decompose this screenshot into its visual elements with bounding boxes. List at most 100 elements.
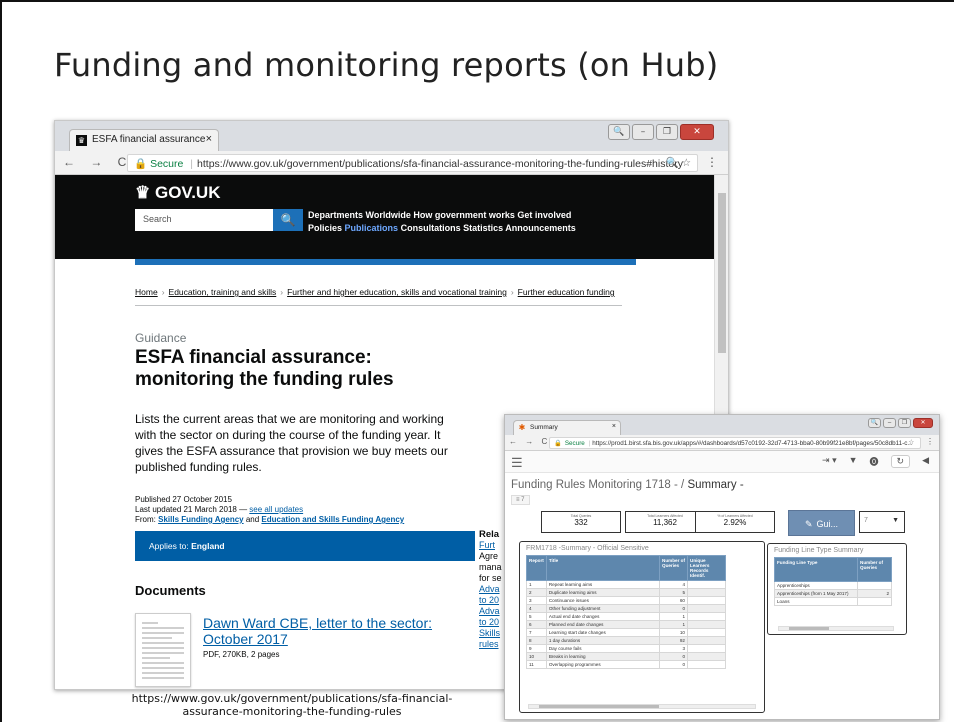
maximize-button[interactable]: ❐ (656, 124, 678, 140)
table-row[interactable]: 4 Other funding adjustment 0 (526, 604, 726, 613)
table-row[interactable]: Loans (774, 597, 892, 606)
org-link-sfa[interactable]: Skills Funding Agency (158, 515, 244, 524)
org-link-esfa[interactable]: Education and Skills Funding Agency (261, 515, 404, 524)
url-field[interactable]: 🔒 Secure | https://prod1.birst.sfa.bis.gov… (549, 437, 921, 449)
nav-buttons[interactable]: ← → C (509, 437, 550, 446)
table-row[interactable]: 11 Overlapping programmes 0 (526, 660, 726, 669)
table-cell-title: Planned end date changes (545, 620, 661, 629)
url-field[interactable]: 🔒 Secure | https://www.gov.uk/government/p… (127, 154, 698, 172)
filter-chip[interactable]: ≡ 7 (511, 495, 530, 505)
lead-paragraph: Lists the current areas that we are moni… (135, 412, 448, 474)
table-cell-unique (687, 620, 726, 629)
guidance-button[interactable]: ✎ Gui... (788, 510, 855, 536)
zoom-star-icons[interactable]: 🔍 ☆ (666, 156, 691, 169)
horizontal-scrollbar[interactable] (528, 704, 756, 709)
documents-heading: Documents (135, 583, 206, 598)
page-select[interactable]: 7 ▼ (859, 511, 905, 533)
breadcrumb-home[interactable]: Home (135, 287, 158, 297)
column-header[interactable]: Report (526, 555, 547, 581)
hamburger-menu-icon[interactable]: ☰ (511, 455, 523, 471)
tab-close-icon[interactable]: × (612, 423, 616, 430)
dashboard-name: Funding Rules Monitoring 1718 - / (511, 479, 688, 491)
dashboard-page-dropdown[interactable]: Summary - (687, 479, 743, 491)
govuk-nav: Departments Worldwide How government wor… (308, 209, 576, 235)
table-row[interactable]: Apprenticeships (774, 581, 892, 590)
nav-buttons[interactable]: ← → C (63, 155, 132, 169)
page-select-value: 7 (864, 517, 868, 524)
filter-icon[interactable]: ▼ (849, 455, 858, 468)
table-cell-queries: 1 (659, 620, 688, 629)
refresh-icon[interactable]: ↻ (890, 455, 911, 468)
table-row[interactable]: 5 Actual end date changes 1 (526, 612, 726, 621)
see-all-updates-link[interactable]: see all updates (249, 505, 303, 514)
scrollbar-thumb[interactable] (718, 193, 726, 353)
table-row[interactable]: Apprenticeships (from 1 May 2017) 2 (774, 589, 892, 598)
applies-to-banner: Applies to: England (135, 531, 475, 561)
table-cell-type: Apprenticeships (from 1 May 2017) (774, 589, 858, 598)
pdf-thumbnail[interactable] (135, 613, 191, 687)
column-header[interactable]: Number of Queries (857, 557, 892, 582)
browser-tab[interactable]: ✱ Summary × (513, 420, 621, 435)
table-cell-unique (687, 628, 726, 637)
table-cell-report: 8 (526, 636, 547, 645)
browser-tab[interactable]: ♛ ESFA financial assurance × (69, 129, 219, 151)
search-window-icon[interactable]: 🔍 (608, 124, 630, 140)
breadcrumb-fe-funding[interactable]: Further education funding (518, 287, 615, 297)
nav-row-1[interactable]: Departments Worldwide How government wor… (308, 209, 576, 222)
nav-policies[interactable]: Policies (308, 223, 342, 233)
nav-publications[interactable]: Publications (345, 223, 399, 233)
column-header[interactable]: Title (545, 555, 661, 581)
table-row[interactable]: 1 Repeat learning aims 4 (526, 580, 726, 589)
breadcrumb-further-higher[interactable]: Further and higher education, skills and… (287, 287, 507, 297)
table-row[interactable]: 9 Day course fails 3 (526, 644, 726, 653)
nav-row-2: Policies Publications Consultations Stat… (308, 222, 576, 235)
table-cell-title: Overlapping programmes (545, 660, 661, 669)
menu-icon[interactable]: ⋮ (706, 155, 718, 169)
document-meta: PDF, 270KB, 2 pages (203, 650, 280, 659)
table-row[interactable]: 3 Continuance issues 60 (526, 596, 726, 605)
tab-title: ESFA financial assurance (92, 134, 206, 145)
table-row[interactable]: 10 Breaks in learning 0 (526, 652, 726, 661)
horizontal-scrollbar[interactable] (778, 626, 894, 631)
column-header[interactable]: Number of Queries (659, 555, 688, 581)
table-row[interactable]: 2 Duplicate learning aims 5 (526, 588, 726, 597)
search-window-icon[interactable]: 🔍 (868, 418, 881, 428)
menu-icon[interactable]: ⋮ (926, 437, 934, 446)
toolbar-icons: ⇥ ▾ ▼ ⓿ ↻ ◀ (822, 455, 929, 468)
export-icon[interactable]: ⇥ ▾ (822, 455, 837, 468)
table-row[interactable]: 81 day durations 92 (526, 636, 726, 645)
table-cell-queries: 1 (659, 612, 688, 621)
table-cell-report: 9 (526, 644, 547, 653)
nav-others[interactable]: Consultations Statistics Announcements (401, 223, 576, 233)
crown-icon: ♛ (76, 135, 87, 146)
close-window-button[interactable]: ✕ (913, 418, 933, 428)
table-cell-unique (687, 604, 726, 613)
tab-close-icon[interactable]: × (206, 133, 212, 145)
table-cell-queries: 60 (659, 596, 688, 605)
table-cell-unique (687, 644, 726, 653)
kpi-learners-affected: Total Learners Affected 11,362 (625, 511, 705, 533)
table-cell-queries: 0 (659, 604, 688, 613)
close-window-button[interactable]: ✕ (680, 124, 714, 140)
browser-titlebar: ✱ Summary × 🔍 – ❐ ✕ (505, 415, 939, 435)
table-cell-report: 2 (526, 588, 547, 597)
maximize-button[interactable]: ❐ (898, 418, 911, 428)
collapse-icon[interactable]: ◀ (922, 455, 929, 468)
column-header[interactable]: Unique Learners Records Identif. (687, 555, 726, 581)
table-cell-queries: 10 (659, 628, 688, 637)
kpi-total-queries: Total Queries 332 (541, 511, 621, 533)
minimize-button[interactable]: – (632, 124, 654, 140)
info-icon[interactable]: ⓿ (870, 455, 879, 468)
govuk-logo-text: GOV.UK (154, 183, 221, 202)
star-icon[interactable]: ☆ (908, 439, 914, 446)
table-row[interactable]: 7 Learning start date changes 10 (526, 628, 726, 637)
column-header[interactable]: Funding Line Type (774, 557, 858, 582)
breadcrumb-education[interactable]: Education, training and skills (169, 287, 277, 297)
search-icon[interactable]: 🔍 (273, 209, 303, 231)
table-row[interactable]: 6 Planned end date changes 1 (526, 620, 726, 629)
document-link[interactable]: Dawn Ward CBE, letter to the sector: Oct… (203, 615, 443, 647)
table-cell-title: Actual end date changes (545, 612, 661, 621)
govuk-logo[interactable]: ♛ GOV.UK (135, 183, 220, 203)
url-caption: https://www.gov.uk/government/publicatio… (131, 692, 453, 718)
minimize-button[interactable]: – (883, 418, 896, 428)
